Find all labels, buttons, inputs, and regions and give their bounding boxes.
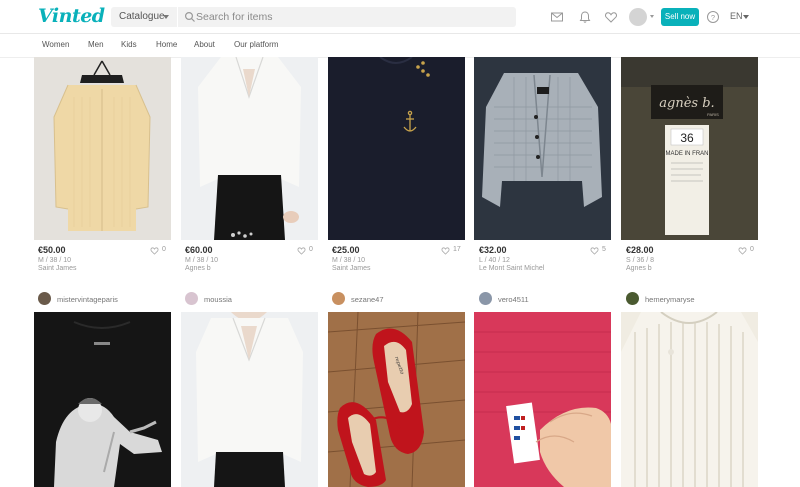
seller-avatar[interactable]: [332, 292, 345, 305]
seller-username[interactable]: hemerymaryse: [645, 295, 695, 304]
seller-avatar[interactable]: [38, 292, 51, 305]
item-size: M / 38 / 10: [332, 257, 366, 264]
mail-icon[interactable]: [550, 10, 564, 24]
favourite-count: 0: [750, 246, 754, 253]
nav-women[interactable]: Women: [42, 40, 69, 49]
label-made-text: MADE IN FRAN: [665, 151, 708, 157]
favourite-count: 5: [602, 246, 606, 253]
favourite-button[interactable]: 0: [738, 246, 754, 255]
item-size: M / 38 / 10: [38, 257, 72, 264]
seller-username[interactable]: vero4511: [498, 295, 529, 304]
item-price: €25.00: [332, 245, 360, 255]
chevron-down-icon: [743, 15, 749, 19]
seller-avatar[interactable]: [626, 292, 639, 305]
catalogue-dropdown[interactable]: Catalogue: [111, 7, 177, 27]
seller-avatar[interactable]: [185, 292, 198, 305]
item-photo[interactable]: repetto: [328, 312, 465, 487]
item-photo[interactable]: [34, 312, 171, 487]
item-photo[interactable]: agnès b. PARIS 36 MADE IN FRAN: [621, 57, 758, 240]
heart-icon: [297, 247, 306, 255]
item-size: L / 40 / 12: [479, 257, 510, 264]
catalogue-label: Catalogue: [119, 11, 165, 22]
item-photo[interactable]: [474, 312, 611, 487]
help-icon[interactable]: ?: [706, 10, 720, 24]
sell-now-button[interactable]: Sell now: [661, 8, 699, 26]
nav-about[interactable]: About: [194, 40, 215, 49]
item-photo[interactable]: [34, 57, 171, 240]
nav-our-platform[interactable]: Our platform: [234, 40, 278, 49]
search-input[interactable]: [196, 7, 506, 27]
item-brand[interactable]: Saint James: [332, 265, 371, 272]
item-size: S / 36 / 8: [626, 257, 655, 264]
heart-icon[interactable]: [604, 10, 618, 24]
vinted-logo[interactable]: Vinted: [38, 5, 105, 27]
item-price: €50.00: [38, 245, 66, 255]
item-brand[interactable]: Le Mont Saint Michel: [479, 265, 544, 272]
favourite-count: 17: [453, 246, 461, 253]
heart-icon: [150, 247, 159, 255]
nav-kids[interactable]: Kids: [121, 40, 137, 49]
label-paris-text: PARIS: [707, 112, 719, 117]
brand-label-text: agnès b.: [659, 96, 714, 111]
nav-home[interactable]: Home: [156, 40, 177, 49]
svg-text:?: ?: [711, 13, 715, 22]
item-photo[interactable]: [474, 57, 611, 240]
language-selector[interactable]: EN: [730, 11, 743, 21]
chevron-down-icon: [650, 15, 654, 18]
search-bar: [178, 7, 516, 27]
item-photo[interactable]: [328, 57, 465, 240]
chevron-down-icon: [163, 15, 169, 19]
heart-icon: [590, 247, 599, 255]
favourite-button[interactable]: 0: [150, 246, 166, 255]
favourite-button[interactable]: 0: [297, 246, 313, 255]
seller-username[interactable]: mistervintageparis: [57, 295, 118, 304]
label-size-text: 36: [680, 131, 694, 145]
nav-men[interactable]: Men: [88, 40, 104, 49]
user-avatar[interactable]: [629, 8, 647, 26]
item-brand[interactable]: Saint James: [38, 265, 77, 272]
seller-avatar[interactable]: [479, 292, 492, 305]
top-header: Vinted Catalogue Sell now ? EN: [0, 0, 800, 34]
item-photo[interactable]: [181, 312, 318, 487]
bell-icon[interactable]: [578, 10, 592, 24]
search-icon: [184, 11, 195, 22]
item-price: €28.00: [626, 245, 654, 255]
favourite-count: 0: [162, 246, 166, 253]
heart-icon: [738, 247, 747, 255]
favourite-count: 0: [309, 246, 313, 253]
favourite-button[interactable]: 17: [441, 246, 461, 255]
item-brand[interactable]: Agnes b: [626, 265, 652, 272]
item-price: €32.00: [479, 245, 507, 255]
item-price: €60.00: [185, 245, 213, 255]
item-size: M / 38 / 10: [185, 257, 219, 264]
seller-username[interactable]: sezane47: [351, 295, 384, 304]
item-brand[interactable]: Agnes b: [185, 265, 211, 272]
item-photo[interactable]: [621, 312, 758, 487]
item-photo[interactable]: [181, 57, 318, 240]
favourite-button[interactable]: 5: [590, 246, 606, 255]
category-nav: Women Men Kids Home About Our platform: [0, 34, 800, 58]
seller-username[interactable]: moussia: [204, 295, 232, 304]
heart-icon: [441, 247, 450, 255]
